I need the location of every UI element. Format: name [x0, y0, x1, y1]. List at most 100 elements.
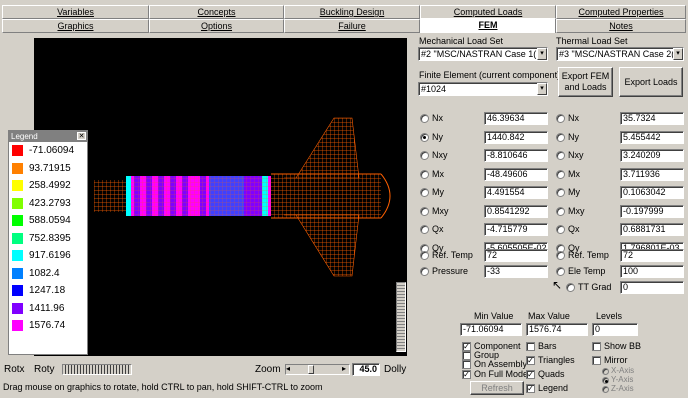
max-value-field[interactable]: 1576.74 — [526, 323, 588, 336]
therm-radio-ny[interactable] — [556, 132, 565, 142]
therm-value-field[interactable]: 0.6881731 — [620, 223, 684, 236]
zoom-value-field[interactable]: 45.0 — [352, 363, 380, 376]
chevron-down-icon[interactable]: ▾ — [537, 83, 547, 95]
mech-value-field[interactable]: -8.810646 — [484, 149, 548, 162]
tab-computed-loads[interactable]: Computed Loads — [420, 5, 556, 19]
legend-item: 1082.4 — [9, 265, 87, 283]
therm-radio-mxy[interactable] — [556, 206, 565, 216]
chevron-right-icon[interactable]: ▸ — [342, 364, 346, 373]
ref-temp-field[interactable]: 72 — [484, 249, 548, 262]
pressure-label: Pressure — [432, 266, 469, 276]
option-bars-checkbox[interactable] — [526, 342, 535, 351]
mech-value-field[interactable]: 4.491554 — [484, 186, 548, 199]
therm-radio-nx[interactable] — [556, 114, 565, 123]
tab-concepts[interactable]: Concepts — [149, 5, 284, 19]
ref-temp2-field[interactable]: 72 — [620, 249, 684, 262]
chevron-down-icon[interactable]: ▾ — [673, 48, 683, 60]
min-value-label: Min Value — [474, 311, 514, 321]
mech-radio-mxy[interactable] — [420, 206, 429, 216]
therm-radio-my[interactable] — [556, 188, 565, 197]
therm-value-field[interactable]: -0.197999 — [620, 204, 684, 218]
zoom-slider[interactable]: ◂ ▸ — [285, 364, 350, 375]
export-fem-button[interactable]: Export FEM and Loads — [558, 67, 613, 97]
legend-title-bar[interactable]: Legend ✕ — [9, 131, 87, 142]
tab-label: Variables — [57, 7, 94, 17]
pressure-radio[interactable] — [420, 267, 429, 276]
tab-label: Buckling Design — [319, 7, 385, 17]
min-value-field[interactable]: -71.06094 — [460, 323, 522, 336]
axis-radio-y-axis[interactable] — [602, 377, 609, 384]
tab-fem[interactable]: FEM — [420, 18, 556, 33]
therm-radio-mx[interactable] — [556, 169, 565, 179]
export-loads-button[interactable]: Export Loads — [619, 67, 683, 97]
option-mirror-label: Mirror — [604, 355, 628, 365]
close-icon[interactable]: ✕ — [77, 132, 86, 140]
mech-value-field[interactable]: 46.39634 — [484, 112, 548, 125]
mech-radio-my[interactable] — [420, 188, 429, 197]
roty-slider[interactable] — [62, 364, 132, 375]
option-on-full-model-checkbox[interactable]: ✓ — [462, 370, 471, 379]
mech-radio-nx[interactable] — [420, 114, 429, 123]
therm-label: Qx — [568, 224, 580, 234]
ele-temp-radio[interactable] — [556, 267, 565, 276]
ele-temp-field[interactable]: 100 — [620, 265, 684, 278]
mech-radio-mx[interactable] — [420, 169, 429, 179]
option-legend-checkbox[interactable]: ✓ — [526, 384, 535, 393]
tab-label: Computed Loads — [453, 7, 523, 17]
option-group-checkbox[interactable] — [462, 351, 471, 360]
legend-panel[interactable]: Legend ✕ -71.06094 93.71915 258.4992 423.27… — [8, 130, 88, 355]
levels-label: Levels — [596, 311, 623, 321]
therm-label: Ny — [568, 131, 579, 142]
tt-grad-field[interactable]: 0 — [620, 281, 684, 294]
graphics-viewport[interactable] — [34, 38, 407, 356]
mech-radio-nxy[interactable] — [420, 151, 429, 160]
finite-element-select[interactable]: #1024 ▾ — [418, 82, 548, 96]
ref-temp-radio[interactable] — [420, 251, 429, 260]
option-quads-checkbox[interactable]: ✓ — [526, 370, 535, 379]
mech-load-set-select[interactable]: #2 "MSC/NASTRAN Case 1(▾ — [418, 47, 548, 61]
option-show-bb-checkbox[interactable] — [592, 342, 601, 351]
therm-value-field[interactable]: 3.711936 — [620, 167, 684, 181]
therm-value-field[interactable]: 3.240209 — [620, 149, 684, 162]
mech-value-field[interactable]: -48.49606 — [484, 167, 548, 181]
tab-notes[interactable]: Notes — [556, 19, 686, 33]
tab-failure[interactable]: Failure — [284, 19, 420, 33]
therm-value-field[interactable]: 5.455442 — [620, 130, 684, 144]
levels-field[interactable]: 0 — [592, 323, 638, 336]
refresh-button[interactable]: Refresh — [470, 381, 524, 395]
mech-value-field[interactable]: 1440.842 — [484, 130, 548, 144]
option-on-assembly-checkbox[interactable] — [462, 360, 471, 369]
right-slider-thumb[interactable] — [396, 282, 406, 352]
therm-radio-qx[interactable] — [556, 225, 565, 234]
axis-radio-z-axis[interactable] — [602, 386, 609, 393]
mech-value-field[interactable]: -4.715779 — [484, 223, 548, 236]
therm-value-field[interactable]: 0.1063042 — [620, 186, 684, 199]
option-triangles-checkbox[interactable]: ✓ — [526, 356, 535, 365]
mech-radio-ny[interactable] — [420, 132, 429, 142]
tab-variables[interactable]: Variables — [2, 5, 149, 19]
legend-value: -71.06094 — [29, 145, 75, 156]
therm-radio-nxy[interactable] — [556, 151, 565, 160]
tab-graphics[interactable]: Graphics — [2, 19, 149, 33]
legend-value: 93.71915 — [29, 162, 71, 174]
option-mirror-checkbox[interactable] — [592, 356, 601, 365]
therm-value-field[interactable]: 35.7324 — [620, 112, 684, 125]
legend-swatch — [12, 180, 23, 191]
axis-radio-x-axis[interactable] — [602, 368, 609, 375]
tt-grad-radio[interactable] — [566, 283, 575, 292]
therm-label: Mx — [568, 168, 580, 179]
tab-computed-properties[interactable]: Computed Properties — [556, 5, 686, 19]
tab-options[interactable]: Options — [149, 19, 284, 33]
option-component-checkbox[interactable]: ✓ — [462, 342, 471, 351]
chevron-left-icon[interactable]: ◂ — [286, 364, 290, 373]
tab-buckling-design[interactable]: Buckling Design — [284, 5, 420, 19]
ref-temp2-radio[interactable] — [556, 251, 565, 260]
zoom-slider-thumb[interactable] — [308, 365, 314, 374]
therm-load-set-select[interactable]: #3 "MSC/NASTRAN Case 2(▾ — [556, 47, 684, 61]
legend-list: -71.06094 93.71915 258.4992 423.2793 588.059… — [9, 142, 87, 335]
mech-value-field[interactable]: 0.8541292 — [484, 204, 548, 218]
option-quads-label: Quads — [538, 369, 565, 379]
chevron-down-icon[interactable]: ▾ — [537, 48, 547, 60]
pressure-field[interactable]: -33 — [484, 265, 548, 278]
mech-radio-qx[interactable] — [420, 225, 429, 234]
